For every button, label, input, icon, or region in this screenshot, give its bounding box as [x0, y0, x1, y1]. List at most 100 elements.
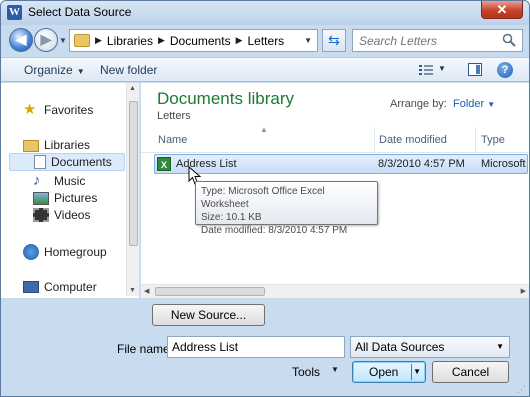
- chevron-down-icon: ▼: [76, 67, 85, 76]
- horizontal-scrollbar[interactable]: ◀ ▶: [141, 284, 529, 298]
- scroll-left-icon[interactable]: ◀: [144, 287, 149, 295]
- organize-label: Organize: [24, 63, 73, 77]
- sort-ascending-icon: ▲: [260, 125, 268, 134]
- file-type: Microsoft: [481, 158, 526, 170]
- sidebar-item-music[interactable]: ♪ Music: [33, 173, 85, 189]
- open-options-dropdown-icon[interactable]: ▼: [413, 362, 421, 382]
- open-label: Open: [369, 365, 399, 379]
- file-date-modified: 8/3/2010 4:57 PM: [378, 158, 465, 170]
- column-divider[interactable]: [475, 127, 476, 153]
- sidebar-item-documents[interactable]: Documents: [9, 153, 125, 171]
- sidebar-item-label: Pictures: [54, 191, 98, 205]
- excel-file-icon: X: [157, 157, 171, 171]
- breadcrumb-separator-icon[interactable]: ▶: [158, 35, 165, 46]
- sidebar-item-libraries[interactable]: Libraries: [23, 138, 90, 152]
- sidebar-item-videos[interactable]: Videos: [33, 208, 90, 222]
- column-header-row: ▲ Name Date modified Type: [141, 125, 529, 153]
- folder-icon: [74, 34, 90, 47]
- select-data-source-dialog: W Select Data Source ✕ ◀ ▶ ▼ ▶ Libraries…: [0, 0, 530, 397]
- star-icon: ★: [23, 101, 37, 118]
- breadcrumb-documents[interactable]: Documents: [170, 34, 231, 48]
- sidebar-item-label: Documents: [51, 155, 112, 169]
- chevron-down-icon: ▼: [487, 100, 496, 109]
- arrange-by-label: Arrange by:: [390, 98, 447, 110]
- column-divider[interactable]: [374, 127, 375, 153]
- scroll-up-icon[interactable]: ▲: [129, 85, 136, 92]
- organize-button[interactable]: Organize ▼: [24, 63, 85, 77]
- tools-menu-button[interactable]: Tools: [292, 365, 320, 379]
- arrange-by-value: Folder: [453, 98, 485, 110]
- navigation-pane: ★ Favorites Libraries Documents ♪ Music …: [1, 83, 140, 298]
- window-title: Select Data Source: [28, 5, 132, 19]
- file-info-tooltip: Type: Microsoft Office Excel Worksheet S…: [195, 181, 378, 236]
- scrollbar-thumb[interactable]: [129, 101, 138, 246]
- file-name-input[interactable]: [167, 336, 345, 358]
- title-bar: W Select Data Source ✕: [1, 1, 529, 25]
- change-view-icon[interactable]: [419, 64, 433, 76]
- computer-icon: [23, 281, 39, 293]
- column-header-type[interactable]: Type: [481, 134, 505, 146]
- scroll-right-icon[interactable]: ▶: [521, 287, 526, 295]
- new-source-button[interactable]: New Source...: [152, 304, 265, 326]
- recent-pages-dropdown-icon[interactable]: ▼: [59, 36, 67, 45]
- back-button[interactable]: ◀: [9, 28, 33, 52]
- chevron-down-icon: ▼: [496, 342, 504, 351]
- file-type-filter-dropdown[interactable]: All Data Sources ▼: [350, 336, 510, 358]
- sidebar-item-label: Music: [54, 174, 86, 188]
- library-subtitle: Letters: [157, 110, 191, 122]
- address-bar[interactable]: ▶ Libraries ▶ Documents ▶ Letters ▼: [69, 29, 318, 52]
- help-icon[interactable]: ?: [497, 62, 513, 78]
- breadcrumb-separator-icon[interactable]: ▶: [95, 35, 102, 46]
- file-row[interactable]: X Address List 8/3/2010 4:57 PM Microsof…: [154, 154, 528, 174]
- videos-icon: [33, 208, 49, 222]
- sidebar-item-label: Libraries: [44, 138, 91, 152]
- sidebar-item-favorites[interactable]: ★ Favorites: [23, 102, 93, 118]
- refresh-button[interactable]: ⇆: [322, 29, 346, 52]
- navigation-bar: ◀ ▶ ▼ ▶ Libraries ▶ Documents ▶ Letters …: [1, 25, 529, 57]
- view-options-dropdown-icon[interactable]: ▼: [438, 64, 446, 73]
- new-folder-button[interactable]: New folder: [100, 63, 157, 77]
- column-header-date-modified[interactable]: Date modified: [379, 134, 447, 146]
- breadcrumb-separator-icon[interactable]: ▶: [236, 35, 243, 46]
- address-dropdown-icon[interactable]: ▼: [304, 36, 312, 45]
- scrollbar-thumb[interactable]: [155, 287, 265, 296]
- chevron-down-icon[interactable]: ▼: [331, 365, 339, 374]
- file-name: Address List: [176, 158, 237, 170]
- open-button[interactable]: Open ▼: [352, 361, 426, 383]
- search-box[interactable]: [352, 29, 523, 52]
- sidebar-item-homegroup[interactable]: Homegroup: [23, 244, 107, 260]
- sidebar-item-label: Favorites: [44, 103, 94, 117]
- tooltip-date: Date modified: 8/3/2010 4:57 PM: [201, 225, 348, 236]
- preview-pane-icon[interactable]: [468, 63, 482, 76]
- breadcrumb-libraries[interactable]: Libraries: [107, 34, 153, 48]
- search-icon: [502, 33, 516, 47]
- dialog-footer: New Source... File name: All Data Source…: [1, 298, 529, 396]
- split-divider: [411, 364, 412, 380]
- tooltip-type: Type: Microsoft Office Excel Worksheet: [201, 186, 325, 210]
- forward-button[interactable]: ▶: [34, 28, 58, 52]
- pictures-icon: [33, 191, 49, 205]
- tooltip-size: Size: 10.1 KB: [201, 212, 262, 223]
- navigation-scrollbar[interactable]: ▲ ▼: [126, 83, 139, 296]
- search-input[interactable]: [353, 30, 503, 51]
- library-title: Documents library: [157, 89, 294, 108]
- sidebar-item-label: Computer: [44, 280, 97, 294]
- file-name-label: File name:: [117, 342, 174, 356]
- resize-grip-icon[interactable]: ⋰: [517, 384, 526, 395]
- breadcrumb-letters[interactable]: Letters: [248, 34, 285, 48]
- music-icon: ♪: [33, 172, 41, 189]
- cancel-button[interactable]: Cancel: [432, 361, 509, 383]
- file-type-filter-value: All Data Sources: [355, 340, 445, 354]
- refresh-icon: ⇆: [328, 32, 340, 48]
- arrange-by-dropdown[interactable]: Folder ▼: [453, 98, 495, 110]
- command-toolbar: Organize ▼ New folder ▼ ?: [1, 57, 529, 82]
- sidebar-item-label: Homegroup: [44, 245, 107, 259]
- sidebar-item-label: Videos: [54, 208, 91, 222]
- scroll-down-icon[interactable]: ▼: [129, 287, 136, 294]
- close-button[interactable]: ✕: [481, 1, 523, 19]
- homegroup-icon: [23, 244, 39, 260]
- word-app-icon: W: [7, 5, 22, 20]
- sidebar-item-computer[interactable]: Computer: [23, 280, 97, 294]
- sidebar-item-pictures[interactable]: Pictures: [33, 191, 97, 205]
- column-header-name[interactable]: Name: [158, 134, 187, 146]
